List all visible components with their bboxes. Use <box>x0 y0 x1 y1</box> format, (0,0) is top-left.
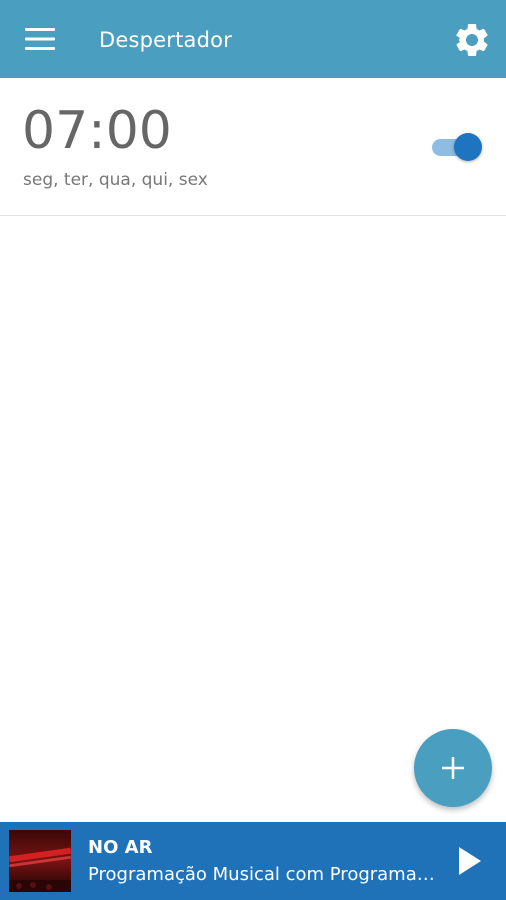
page-title: Despertador <box>99 28 233 52</box>
alarm-toggle[interactable] <box>432 131 484 161</box>
alarm-screen: Despertador 07:00 seg, ter, qua, qui, se… <box>0 0 506 900</box>
player-program-title: Programação Musical com Programação Musi… <box>88 864 436 885</box>
alarm-time: 07:00 <box>22 101 172 161</box>
add-alarm-button[interactable] <box>414 729 492 807</box>
app-bar: Despertador <box>0 0 506 78</box>
menu-button[interactable] <box>12 17 68 61</box>
plus-icon <box>442 757 464 779</box>
player-status: NO AR <box>88 837 153 858</box>
play-icon <box>459 847 481 875</box>
cover-art <box>9 830 71 892</box>
radio-player-bar[interactable]: NO AR Programação Musical com Programaçã… <box>0 822 506 900</box>
hamburger-menu-icon <box>25 28 55 50</box>
alarm-days: seg, ter, qua, qui, sex <box>23 170 208 190</box>
alarm-item[interactable]: 07:00 seg, ter, qua, qui, sex <box>0 78 506 216</box>
program-cover-image <box>9 830 71 892</box>
settings-button[interactable] <box>448 14 496 66</box>
toggle-thumb <box>454 133 482 161</box>
play-button[interactable] <box>450 841 490 881</box>
gear-icon <box>455 23 488 56</box>
